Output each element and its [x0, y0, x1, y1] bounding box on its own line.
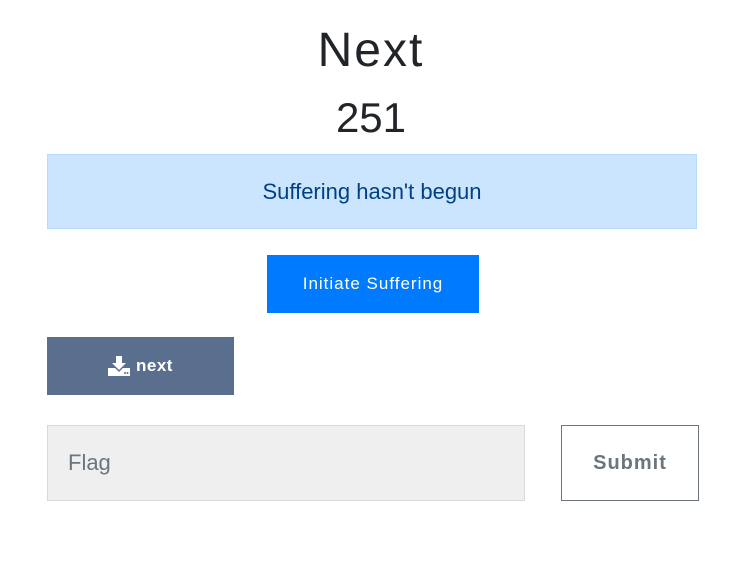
- challenge-title: Next: [317, 24, 425, 77]
- status-alert: Suffering hasn't begun: [47, 154, 697, 229]
- submit-button[interactable]: Submit: [561, 425, 699, 501]
- challenge-page: Next 251 Suffering hasn't begun Initiate…: [0, 0, 742, 573]
- flag-input[interactable]: [47, 425, 525, 501]
- initiate-suffering-button[interactable]: Initiate Suffering: [267, 255, 479, 313]
- download-file-button[interactable]: next: [47, 337, 234, 395]
- download-label: next: [136, 356, 173, 375]
- status-message: Suffering hasn't begun: [262, 178, 482, 204]
- challenge-value: 251: [335, 94, 407, 141]
- download-icon: [108, 356, 131, 376]
